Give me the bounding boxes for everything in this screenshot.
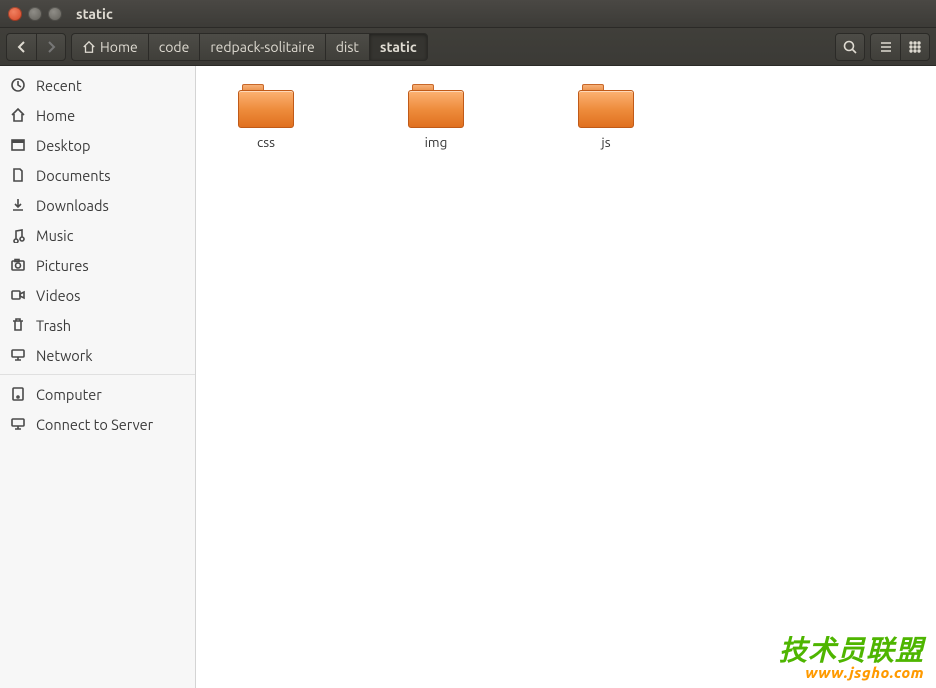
sidebar-item-network[interactable]: Network (0, 340, 195, 370)
chevron-right-icon (43, 39, 59, 55)
folder-icon (238, 84, 294, 128)
sidebar-item-music[interactable]: Music (0, 220, 195, 250)
breadcrumb-item[interactable]: dist (325, 33, 369, 61)
sidebar-item-videos[interactable]: Videos (0, 280, 195, 310)
pictures-icon (10, 257, 26, 273)
folder-icon (408, 84, 464, 128)
sidebar-item-label: Downloads (36, 197, 109, 214)
main-pane[interactable]: css img js 技术员联盟 www.jsgho.com (196, 66, 936, 688)
folder-label: js (601, 134, 610, 150)
back-button[interactable] (6, 33, 36, 61)
toolbar: Home code redpack-solitaire dist static (0, 28, 936, 66)
folder-label: css (257, 134, 275, 150)
sidebar-item-label: Trash (36, 317, 71, 334)
videos-icon (10, 287, 26, 303)
folder-icon (578, 84, 634, 128)
breadcrumb-label: Home (100, 39, 138, 55)
sidebar-item-label: Pictures (36, 257, 89, 274)
sidebar-item-desktop[interactable]: Desktop (0, 130, 195, 160)
view-group (870, 33, 930, 61)
trash-icon (10, 317, 26, 333)
music-icon (10, 227, 26, 243)
sidebar-item-label: Home (36, 107, 75, 124)
watermark: 技术员联盟 www.jsgho.com (779, 637, 924, 680)
sidebar-item-pictures[interactable]: Pictures (0, 250, 195, 280)
search-button[interactable] (835, 33, 865, 61)
sidebar: Recent Home Desktop Documents Downloads … (0, 66, 196, 688)
sidebar-item-label: Documents (36, 167, 111, 184)
sidebar-item-computer[interactable]: Computer (0, 379, 195, 409)
window-title: static (76, 6, 113, 22)
sidebar-item-home[interactable]: Home (0, 100, 195, 130)
maximize-icon[interactable] (48, 7, 62, 21)
downloads-icon (10, 197, 26, 213)
minimize-icon[interactable] (28, 7, 42, 21)
watermark-line1: 技术员联盟 (779, 637, 924, 665)
sidebar-item-label: Recent (36, 77, 82, 94)
sidebar-item-label: Music (36, 227, 73, 244)
sidebar-item-label: Computer (36, 386, 102, 403)
window-controls (8, 7, 62, 21)
folder-label: img (425, 134, 448, 150)
breadcrumb-home[interactable]: Home (71, 33, 148, 61)
breadcrumb-item-current[interactable]: static (369, 33, 428, 61)
sidebar-item-label: Videos (36, 287, 80, 304)
folder-item[interactable]: js (566, 84, 646, 150)
sidebar-item-recent[interactable]: Recent (0, 70, 195, 100)
server-icon (10, 416, 26, 432)
sidebar-item-label: Desktop (36, 137, 90, 154)
computer-icon (10, 386, 26, 402)
sidebar-item-documents[interactable]: Documents (0, 160, 195, 190)
search-icon (842, 39, 858, 55)
sidebar-item-connect-server[interactable]: Connect to Server (0, 409, 195, 439)
home-icon (82, 40, 96, 54)
sidebar-item-downloads[interactable]: Downloads (0, 190, 195, 220)
documents-icon (10, 167, 26, 183)
desktop-icon (10, 137, 26, 153)
list-icon (878, 39, 894, 55)
folder-item[interactable]: css (226, 84, 306, 150)
grid-icon (907, 39, 923, 55)
breadcrumb-item[interactable]: code (148, 33, 200, 61)
forward-button[interactable] (36, 33, 66, 61)
breadcrumb-label: dist (336, 39, 359, 55)
clock-icon (10, 77, 26, 93)
breadcrumb: Home code redpack-solitaire dist static (71, 33, 428, 61)
sidebar-separator (0, 374, 195, 375)
sidebar-item-label: Connect to Server (36, 416, 153, 433)
titlebar: static (0, 0, 936, 28)
nav-group (6, 33, 66, 61)
sidebar-item-trash[interactable]: Trash (0, 310, 195, 340)
breadcrumb-item[interactable]: redpack-solitaire (199, 33, 324, 61)
home-icon (10, 107, 26, 123)
chevron-left-icon (14, 39, 30, 55)
breadcrumb-label: static (380, 39, 417, 55)
breadcrumb-label: code (159, 39, 190, 55)
close-icon[interactable] (8, 7, 22, 21)
body: Recent Home Desktop Documents Downloads … (0, 66, 936, 688)
grid-view-button[interactable] (900, 33, 930, 61)
watermark-line2: www.jsgho.com (779, 665, 924, 680)
folder-grid: css img js (226, 84, 906, 150)
folder-item[interactable]: img (396, 84, 476, 150)
breadcrumb-label: redpack-solitaire (210, 39, 314, 55)
sidebar-item-label: Network (36, 347, 93, 364)
list-view-button[interactable] (870, 33, 900, 61)
network-icon (10, 347, 26, 363)
